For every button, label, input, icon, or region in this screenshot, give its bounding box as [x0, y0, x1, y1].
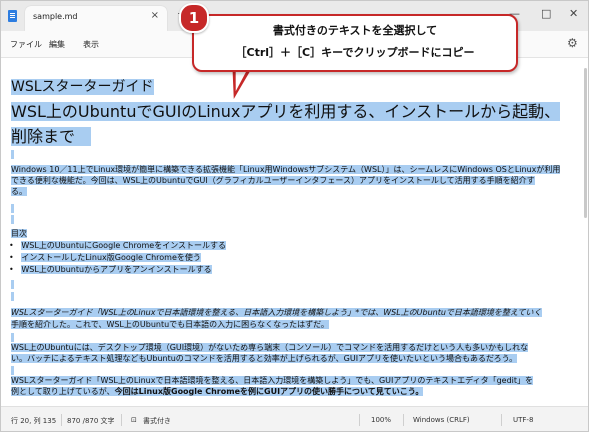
para-intro-3: る。 — [11, 187, 27, 196]
para-gedit-1: WSLスターターガイド「WSL上のLinuxで日本語環境を整える、日本語入力環境… — [11, 376, 534, 385]
blank-line — [11, 366, 14, 376]
blank-line — [11, 215, 14, 225]
gear-icon[interactable]: ⚙ — [567, 36, 578, 50]
tab-title: sample.md — [33, 12, 78, 21]
annotation-callout: 書式付きのテキストを全選択して ［Ctrl］＋［C］キーでクリップボードにコピー — [192, 14, 518, 72]
para-guide-ref-1: WSLスターターガイド「WSL上のLinuxで日本語環境を整える、日本語入力環境… — [11, 308, 542, 317]
blank-line — [11, 280, 14, 290]
para-guide-ref-2: 手順を紹介した。これで、WSL上のUbuntuでも日本語の入力に困らなくなったは… — [11, 320, 329, 329]
toc-label: 目次 — [11, 229, 27, 238]
para-intro-2: できる便利な機能だ。今回は、WSL上のUbuntuでGUI（グラフィカルユーザー… — [11, 176, 535, 185]
step-number-badge: 1 — [179, 3, 209, 33]
text-editor[interactable]: WSLスターターガイド WSL上のUbuntuでGUIのLinuxアプリを利用す… — [1, 58, 588, 406]
toc-item: • WSL上のUbuntuからアプリをアンインストールする — [9, 265, 212, 274]
callout-line2: ［Ctrl］＋［C］キーでクリップボードにコピー — [235, 46, 475, 59]
heading-starter-guide: WSLスターターガイド — [11, 79, 154, 95]
char-count: 870 /870 文字 — [67, 417, 115, 425]
blank-line — [11, 292, 14, 302]
maximize-button[interactable]: □ — [541, 7, 551, 20]
tab-close-icon[interactable]: × — [151, 10, 159, 21]
toc-item: • WSL上のUbuntuにGoogle Chromeをインストールする — [9, 241, 227, 250]
blank-line — [11, 150, 14, 160]
para-gedit-2: 例として取り上げているが、今回はLinux版Google Chromeを例にGU… — [11, 387, 424, 396]
callout-line1: 書式付きのテキストを全選択して — [272, 24, 438, 37]
cursor-position: 行 20, 列 135 — [11, 417, 57, 425]
menu-file[interactable]: ファイル — [10, 39, 42, 50]
tab-sample-md[interactable]: sample.md × — [25, 6, 167, 31]
status-bar: 行 20, 列 135 870 /870 文字 ⊡ 書式付き 100% Wind… — [1, 406, 588, 431]
blank-line — [11, 204, 14, 214]
para-intro-1: Windows 10／11上でLinux環境が簡単に構築できる拡張機能「Linu… — [11, 165, 561, 174]
para-gui-1: WSL上のUbuntuには、デスクトップ環境（GUI環境）がないため専ら端末（コ… — [11, 343, 529, 352]
toc-item: • インストールしたLinux版Google Chromeを使う — [9, 253, 201, 262]
menu-edit[interactable]: 編集 — [49, 39, 65, 50]
notepad-app-icon — [8, 10, 17, 22]
format-icon: ⊡ — [131, 416, 137, 424]
heading-title-line2: 削除まで — [11, 123, 92, 147]
close-button[interactable]: ✕ — [569, 7, 578, 20]
encoding[interactable]: UTF-8 — [513, 416, 533, 424]
zoom-level[interactable]: 100% — [371, 416, 391, 424]
para-gui-2: い。バッチによるテキスト処理などもUbuntuのコマンドを活用すると効率が上げら… — [11, 354, 518, 363]
heading-title-line1: WSL上のUbuntuでGUIのLinuxアプリを利用する、インストールから起動… — [11, 102, 561, 121]
format-mode[interactable]: 書式付き — [143, 416, 171, 426]
vertical-scrollbar[interactable] — [584, 68, 587, 218]
menu-view[interactable]: 表示 — [83, 39, 99, 50]
line-ending[interactable]: Windows (CRLF) — [413, 416, 470, 424]
blank-line — [11, 333, 14, 343]
